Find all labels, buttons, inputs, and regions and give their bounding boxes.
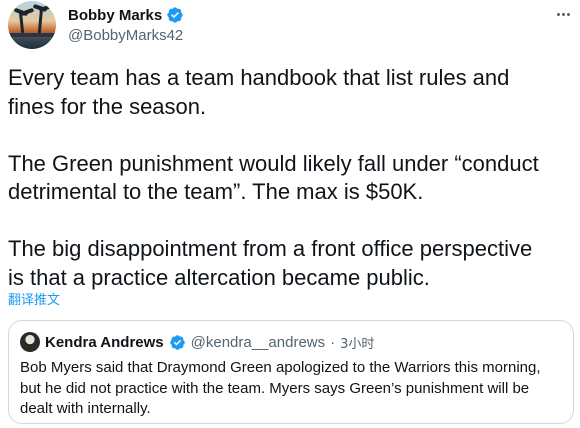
- separator-dot: ·: [330, 333, 336, 351]
- quoted-tweet-card[interactable]: Kendra Andrews @kendra__andrews · 3小时 Bo…: [8, 320, 574, 424]
- author-name[interactable]: Bobby Marks: [68, 7, 162, 24]
- verified-badge-icon: [169, 334, 185, 350]
- avatar-pier: [8, 33, 56, 37]
- author-avatar[interactable]: [8, 1, 56, 49]
- author-handle[interactable]: @BobbyMarks42: [68, 27, 183, 44]
- quoted-tweet-time[interactable]: 3小时: [340, 333, 374, 352]
- more-dot: [556, 12, 560, 16]
- author-name-row[interactable]: Bobby Marks: [68, 6, 184, 24]
- tweet-body-text: Every team has a team handbook that list…: [8, 65, 539, 290]
- tweet-header: Bobby Marks @BobbyMarks42: [0, 0, 580, 60]
- more-dot: [566, 12, 570, 16]
- quoted-author-avatar[interactable]: [20, 332, 40, 352]
- verified-badge-icon: [167, 7, 183, 23]
- more-dot: [561, 12, 565, 16]
- translate-tweet-link[interactable]: 翻译推文: [8, 289, 60, 308]
- quoted-author-handle[interactable]: @kendra__andrews: [191, 334, 325, 351]
- quoted-tweet-header: Kendra Andrews @kendra__andrews · 3小时: [20, 332, 374, 352]
- more-options-icon[interactable]: [553, 4, 573, 24]
- quoted-tweet-text: Bob Myers said that Draymond Green apolo…: [20, 359, 541, 417]
- quoted-author-name[interactable]: Kendra Andrews: [45, 334, 164, 351]
